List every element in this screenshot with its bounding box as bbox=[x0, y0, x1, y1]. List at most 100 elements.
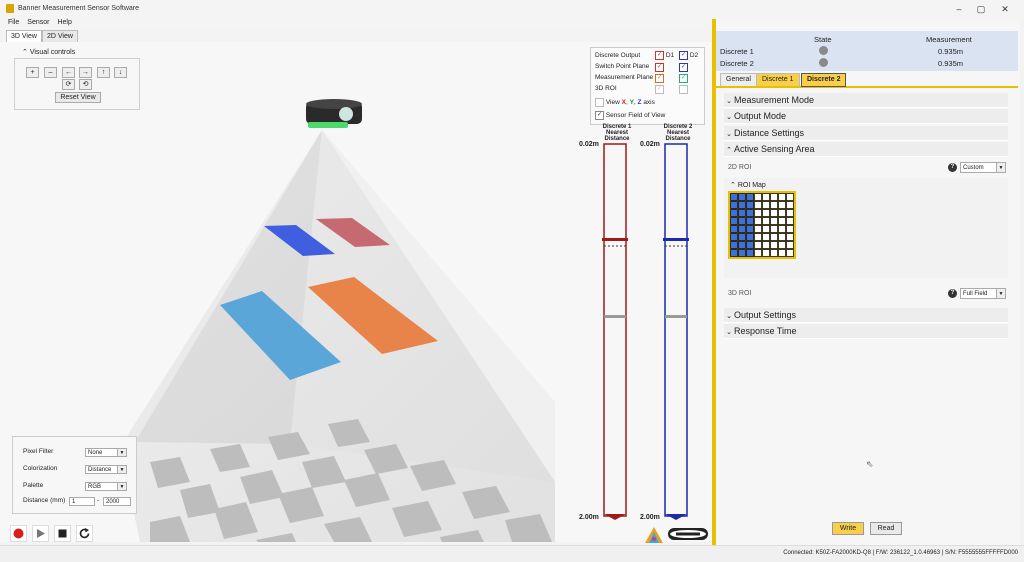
sensor-fov-checkbox[interactable]: ✓ bbox=[595, 111, 604, 120]
roi-cell[interactable] bbox=[730, 201, 738, 209]
roi-cell[interactable] bbox=[762, 217, 770, 225]
section-output-settings[interactable]: ⌄ Output Settings bbox=[724, 308, 1008, 323]
roi-cell[interactable] bbox=[754, 193, 762, 201]
close-button[interactable]: ✕ bbox=[998, 3, 1012, 15]
d1-switch-point-marker[interactable] bbox=[602, 238, 628, 241]
help-icon[interactable]: ? bbox=[948, 163, 957, 172]
roi-cell[interactable] bbox=[762, 249, 770, 257]
roi-cell[interactable] bbox=[778, 225, 786, 233]
roi-cell[interactable] bbox=[738, 217, 746, 225]
roi-cell[interactable] bbox=[770, 217, 778, 225]
section-active-sensing-area[interactable]: ⌃ Active Sensing Area bbox=[724, 142, 1008, 157]
measurement-plane-d1-checkbox[interactable]: ✓ bbox=[655, 74, 664, 83]
roi-cell[interactable] bbox=[786, 241, 794, 249]
roi-cell[interactable] bbox=[770, 209, 778, 217]
pan-down-button[interactable]: ↓ bbox=[114, 67, 127, 78]
section-response-time[interactable]: ⌄ Response Time bbox=[724, 324, 1008, 339]
rotate-ccw-button[interactable]: ⟲ bbox=[79, 79, 92, 90]
roi-cell[interactable] bbox=[738, 209, 746, 217]
roi-cell[interactable] bbox=[754, 249, 762, 257]
roi-cell[interactable] bbox=[746, 241, 754, 249]
view-xyz-checkbox[interactable] bbox=[595, 98, 604, 107]
roi-cell[interactable] bbox=[746, 209, 754, 217]
roi-cell[interactable] bbox=[738, 241, 746, 249]
roi-3d-select[interactable]: Full Field ▼ bbox=[960, 288, 1006, 299]
tab-discrete-2[interactable]: Discrete 2 bbox=[801, 73, 847, 87]
distance-max-input[interactable]: 2000 bbox=[103, 497, 131, 506]
roi-cell[interactable] bbox=[786, 249, 794, 257]
section-output-mode[interactable]: ⌄ Output Mode bbox=[724, 109, 1008, 124]
switch-plane-d1-checkbox[interactable]: ✓ bbox=[655, 63, 664, 72]
tab-2d-view[interactable]: 2D View bbox=[42, 30, 78, 42]
roi-cell[interactable] bbox=[770, 201, 778, 209]
roi-cell[interactable] bbox=[738, 201, 746, 209]
play-button[interactable] bbox=[32, 525, 49, 542]
visual-controls-label[interactable]: ⌃ Visual controls bbox=[22, 48, 75, 56]
roi-cell[interactable] bbox=[746, 233, 754, 241]
roi-map-grid[interactable] bbox=[728, 191, 796, 259]
help-icon[interactable]: ? bbox=[948, 289, 957, 298]
d2-master-checkbox[interactable]: ✓ bbox=[679, 51, 688, 60]
menu-sensor[interactable]: Sensor bbox=[27, 19, 49, 26]
palette-select[interactable]: RGB ▼ bbox=[85, 482, 127, 491]
roi-cell[interactable] bbox=[762, 201, 770, 209]
roi-cell[interactable] bbox=[778, 233, 786, 241]
reset-view-button[interactable]: Reset View bbox=[55, 92, 101, 103]
roi-cell[interactable] bbox=[746, 217, 754, 225]
roi-cell[interactable] bbox=[746, 193, 754, 201]
d2-switch-point-marker[interactable] bbox=[663, 238, 689, 241]
measurement-plane-d2-checkbox[interactable]: ✓ bbox=[679, 74, 688, 83]
menu-file[interactable]: File bbox=[8, 19, 19, 26]
tab-3d-view[interactable]: 3D View bbox=[6, 30, 42, 42]
roi-cell[interactable] bbox=[770, 225, 778, 233]
roi-cell[interactable] bbox=[778, 249, 786, 257]
roi-cell[interactable] bbox=[738, 233, 746, 241]
roi-cell[interactable] bbox=[762, 233, 770, 241]
roi-cell[interactable] bbox=[778, 193, 786, 201]
roi-cell[interactable] bbox=[754, 225, 762, 233]
roi-cell[interactable] bbox=[746, 201, 754, 209]
zoom-in-button[interactable]: + bbox=[26, 67, 39, 78]
roi-map-label[interactable]: ⌃ ROI Map bbox=[730, 181, 766, 189]
roi-cell[interactable] bbox=[786, 225, 794, 233]
roi-cell[interactable] bbox=[786, 201, 794, 209]
pan-up-button[interactable]: ↑ bbox=[97, 67, 110, 78]
refresh-button[interactable] bbox=[76, 525, 93, 542]
write-button[interactable]: Write bbox=[832, 522, 864, 535]
roi-cell[interactable] bbox=[762, 241, 770, 249]
menu-help[interactable]: Help bbox=[57, 19, 71, 26]
roi-cell[interactable] bbox=[762, 225, 770, 233]
stop-button[interactable] bbox=[54, 525, 71, 542]
roi-cell[interactable] bbox=[786, 193, 794, 201]
roi-3d-d1-checkbox[interactable]: ✓ bbox=[655, 85, 664, 94]
roi-cell[interactable] bbox=[738, 249, 746, 257]
pan-left-button[interactable]: ← bbox=[62, 67, 75, 78]
roi-cell[interactable] bbox=[770, 193, 778, 201]
zoom-out-button[interactable]: – bbox=[44, 67, 57, 78]
roi-cell[interactable] bbox=[730, 209, 738, 217]
roi-cell[interactable] bbox=[786, 217, 794, 225]
roi-cell[interactable] bbox=[754, 241, 762, 249]
roi-cell[interactable] bbox=[746, 225, 754, 233]
roi-cell[interactable] bbox=[730, 241, 738, 249]
roi-2d-select[interactable]: Custom ▼ bbox=[960, 162, 1006, 173]
tab-discrete-1[interactable]: Discrete 1 bbox=[756, 73, 800, 86]
roi-cell[interactable] bbox=[754, 201, 762, 209]
tab-general[interactable]: General bbox=[720, 73, 757, 86]
roi-cell[interactable] bbox=[754, 209, 762, 217]
roi-cell[interactable] bbox=[778, 217, 786, 225]
roi-cell[interactable] bbox=[762, 193, 770, 201]
roi-cell[interactable] bbox=[730, 249, 738, 257]
section-distance-settings[interactable]: ⌄ Distance Settings bbox=[724, 126, 1008, 141]
distance-min-input[interactable]: 1 bbox=[69, 497, 95, 506]
roi-cell[interactable] bbox=[786, 233, 794, 241]
section-measurement-mode[interactable]: ⌄ Measurement Mode bbox=[724, 93, 1008, 108]
roi-cell[interactable] bbox=[738, 193, 746, 201]
maximize-button[interactable]: ▢ bbox=[974, 3, 988, 15]
roi-cell[interactable] bbox=[778, 241, 786, 249]
minimize-button[interactable]: – bbox=[952, 3, 966, 15]
roi-cell[interactable] bbox=[770, 233, 778, 241]
pixel-filter-select[interactable]: None ▼ bbox=[85, 448, 127, 457]
roi-cell[interactable] bbox=[762, 209, 770, 217]
roi-cell[interactable] bbox=[730, 233, 738, 241]
